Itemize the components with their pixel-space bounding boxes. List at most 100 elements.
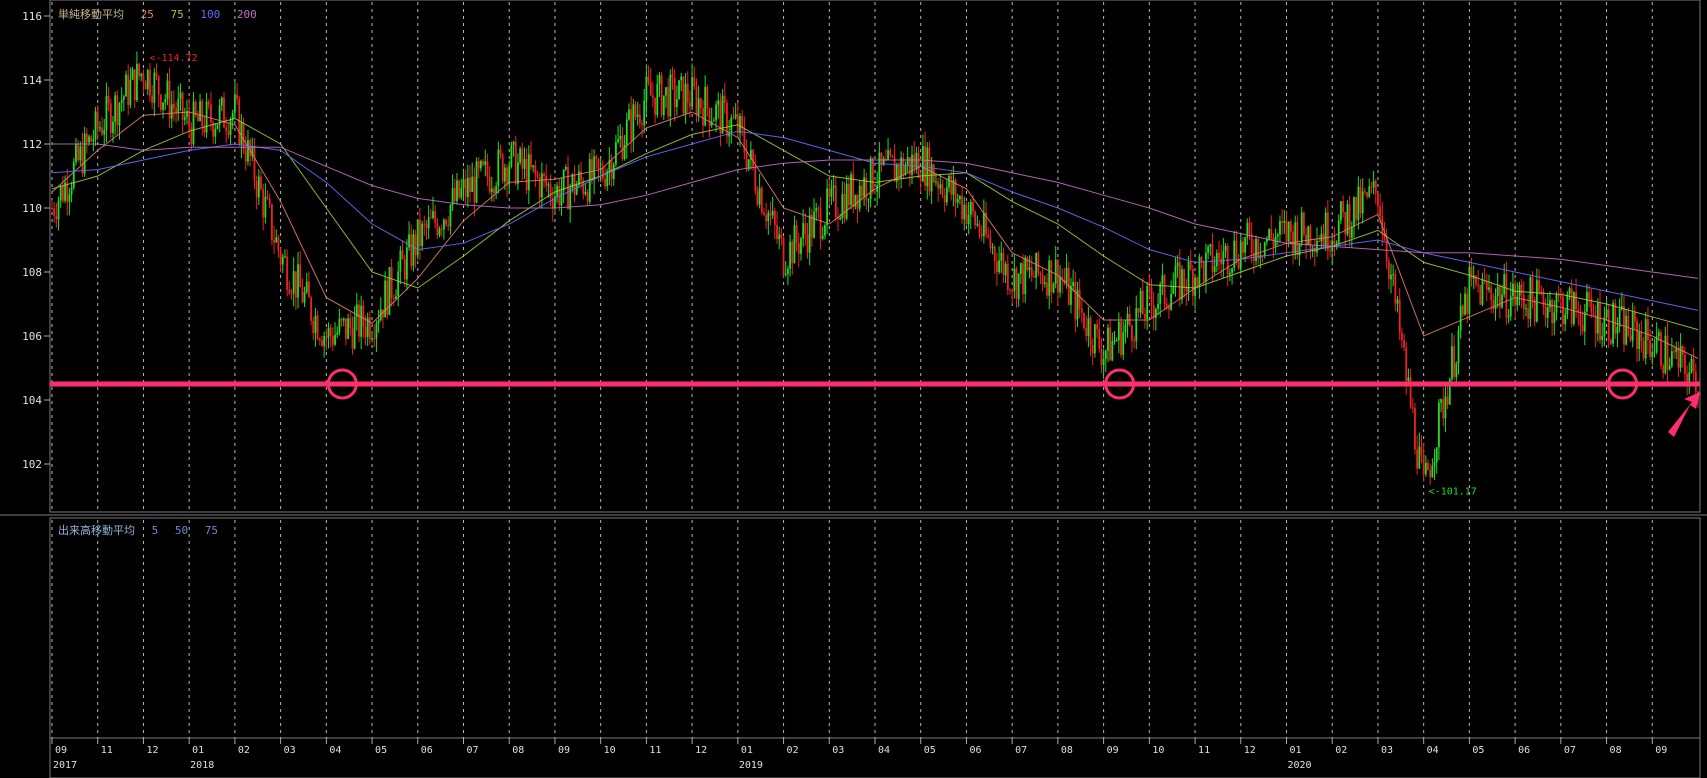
candle-body xyxy=(671,74,674,78)
candle-body xyxy=(438,228,441,236)
candle-body xyxy=(173,104,175,109)
candle-body xyxy=(1442,399,1445,419)
candle-body xyxy=(1579,311,1582,326)
candle-body xyxy=(1457,330,1460,364)
candle-body xyxy=(824,225,826,236)
candle-body xyxy=(1496,286,1499,297)
candle-body xyxy=(1640,332,1643,342)
candle-body xyxy=(83,133,86,174)
candle-body xyxy=(1653,351,1656,353)
candle-body xyxy=(334,334,336,345)
candle-body xyxy=(1353,197,1355,227)
candle-body xyxy=(1633,312,1636,322)
candle-body xyxy=(506,167,508,184)
candle-body xyxy=(257,176,260,198)
candle-body xyxy=(530,154,532,168)
candle-body xyxy=(336,332,339,335)
candle-body xyxy=(1030,267,1033,277)
candle-body xyxy=(976,223,979,226)
candle-body xyxy=(453,188,456,202)
candle-body xyxy=(621,135,624,160)
candle-body xyxy=(652,95,654,98)
candle-body xyxy=(247,140,249,162)
candle-body xyxy=(1080,308,1083,313)
x-tick-label: 08 xyxy=(1061,745,1073,756)
candle-body xyxy=(543,173,545,176)
candle-body xyxy=(1359,186,1362,214)
candle-body xyxy=(1178,262,1181,300)
candle-body xyxy=(917,152,920,179)
candle-body xyxy=(1629,335,1632,341)
candle-body xyxy=(1577,309,1580,312)
candle-body xyxy=(434,211,437,224)
candle-body xyxy=(1400,332,1403,341)
candle-body xyxy=(617,139,619,143)
candle-body xyxy=(375,323,378,339)
candle-body xyxy=(55,215,58,220)
candle-body xyxy=(832,185,835,188)
candle-body xyxy=(1009,290,1011,292)
chart-window: 09 11 12 01 02 03 04 05 06 07 08 09 10 11 12 01 02 03 04 05… xyxy=(0,0,1707,778)
candle-body xyxy=(466,177,469,197)
x-tick-label: 12 xyxy=(1244,745,1256,756)
candle-body xyxy=(1651,352,1654,358)
candle-body xyxy=(1453,346,1456,378)
candle-body xyxy=(1387,261,1390,280)
candle-body xyxy=(708,108,711,126)
candle-body xyxy=(1535,280,1538,322)
candle-body xyxy=(1205,252,1207,282)
candle-body xyxy=(218,105,221,125)
y-tick-label: 112 xyxy=(22,138,42,151)
candle-body xyxy=(819,208,822,239)
candle-body xyxy=(793,225,796,264)
candle-body xyxy=(155,72,158,77)
candle-body xyxy=(81,146,84,174)
candle-body xyxy=(773,210,776,225)
candle-body xyxy=(615,142,617,165)
ma-25-label: 25 xyxy=(140,8,154,21)
candle-body xyxy=(1209,244,1212,247)
candle-body xyxy=(464,179,467,197)
candle-body xyxy=(1435,447,1438,463)
candle-body xyxy=(1610,339,1612,344)
candle-body xyxy=(1096,324,1098,330)
candle-body xyxy=(959,196,961,200)
candle-body xyxy=(297,264,299,298)
candle-body xyxy=(638,114,641,124)
candle-body xyxy=(967,214,970,225)
candle-body xyxy=(1279,221,1281,235)
candle-body xyxy=(201,101,204,127)
candle-body xyxy=(695,86,698,115)
x-tick-label: 08 xyxy=(512,745,524,756)
candle-body xyxy=(1078,289,1081,309)
candle-body xyxy=(1052,283,1055,293)
candle-body xyxy=(1002,252,1005,276)
x-tick-label: 09 xyxy=(1655,745,1667,756)
candle-body xyxy=(371,338,373,340)
candle-body xyxy=(353,317,356,349)
candle-body xyxy=(536,174,539,177)
candle-body xyxy=(843,193,846,219)
candle-body xyxy=(303,292,306,303)
candle-body xyxy=(717,100,720,105)
candle-body xyxy=(1677,348,1680,368)
candle-body xyxy=(1420,446,1423,455)
candle-body xyxy=(732,117,735,119)
candle-body xyxy=(1152,304,1155,318)
candle-body xyxy=(1549,300,1551,308)
candle-body xyxy=(1407,377,1410,381)
price-chart: 09 11 12 01 02 03 04 05 06 07 08 09 10 11 12 01 02 03 04 05… xyxy=(0,0,1707,778)
candle-body xyxy=(1011,290,1014,292)
candle-body xyxy=(1244,237,1247,253)
x-year-label: 2020 xyxy=(1288,760,1312,771)
candle-body xyxy=(1274,236,1277,247)
candle-body xyxy=(207,101,210,105)
x-tick-label: 09 xyxy=(55,745,67,756)
candle-body xyxy=(1174,266,1177,286)
candle-body xyxy=(225,127,228,132)
candle-body xyxy=(469,177,471,193)
candle-body xyxy=(815,208,818,212)
candle-body xyxy=(266,196,269,199)
candle-body xyxy=(146,70,149,90)
candle-body xyxy=(1670,351,1673,366)
